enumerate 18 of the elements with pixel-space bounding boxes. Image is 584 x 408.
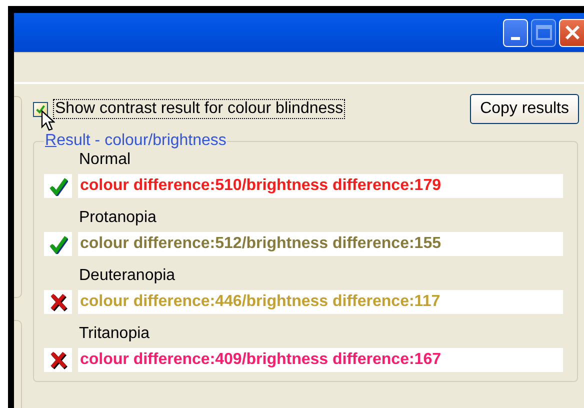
result-text: colour difference:512/brightness difference:155 [78, 232, 563, 256]
copy-results-button[interactable]: Copy results [470, 94, 579, 124]
result-label: Protanopia [79, 208, 158, 228]
result-label: Normal [79, 150, 132, 170]
minimize-icon [511, 36, 520, 40]
group-legend: Result - colour/brightness [44, 132, 228, 150]
close-button[interactable] [559, 18, 584, 46]
result-label: Tritanopia [79, 324, 151, 344]
minimize-button[interactable] [503, 18, 528, 46]
result-text: colour difference:409/brightness difference:167 [78, 348, 563, 372]
result-text: colour difference:510/brightness difference:179 [78, 174, 563, 198]
result-text: colour difference:446/brightness difference:117 [78, 290, 563, 314]
maximize-icon [536, 25, 552, 40]
result-label: Deuteranopia [79, 266, 176, 286]
mouse-pointer-icon [41, 110, 55, 132]
close-icon [564, 25, 580, 40]
checkbox[interactable] [33, 102, 48, 116]
checkbox-label[interactable]: Show contrast result for colour blindness [53, 99, 346, 119]
